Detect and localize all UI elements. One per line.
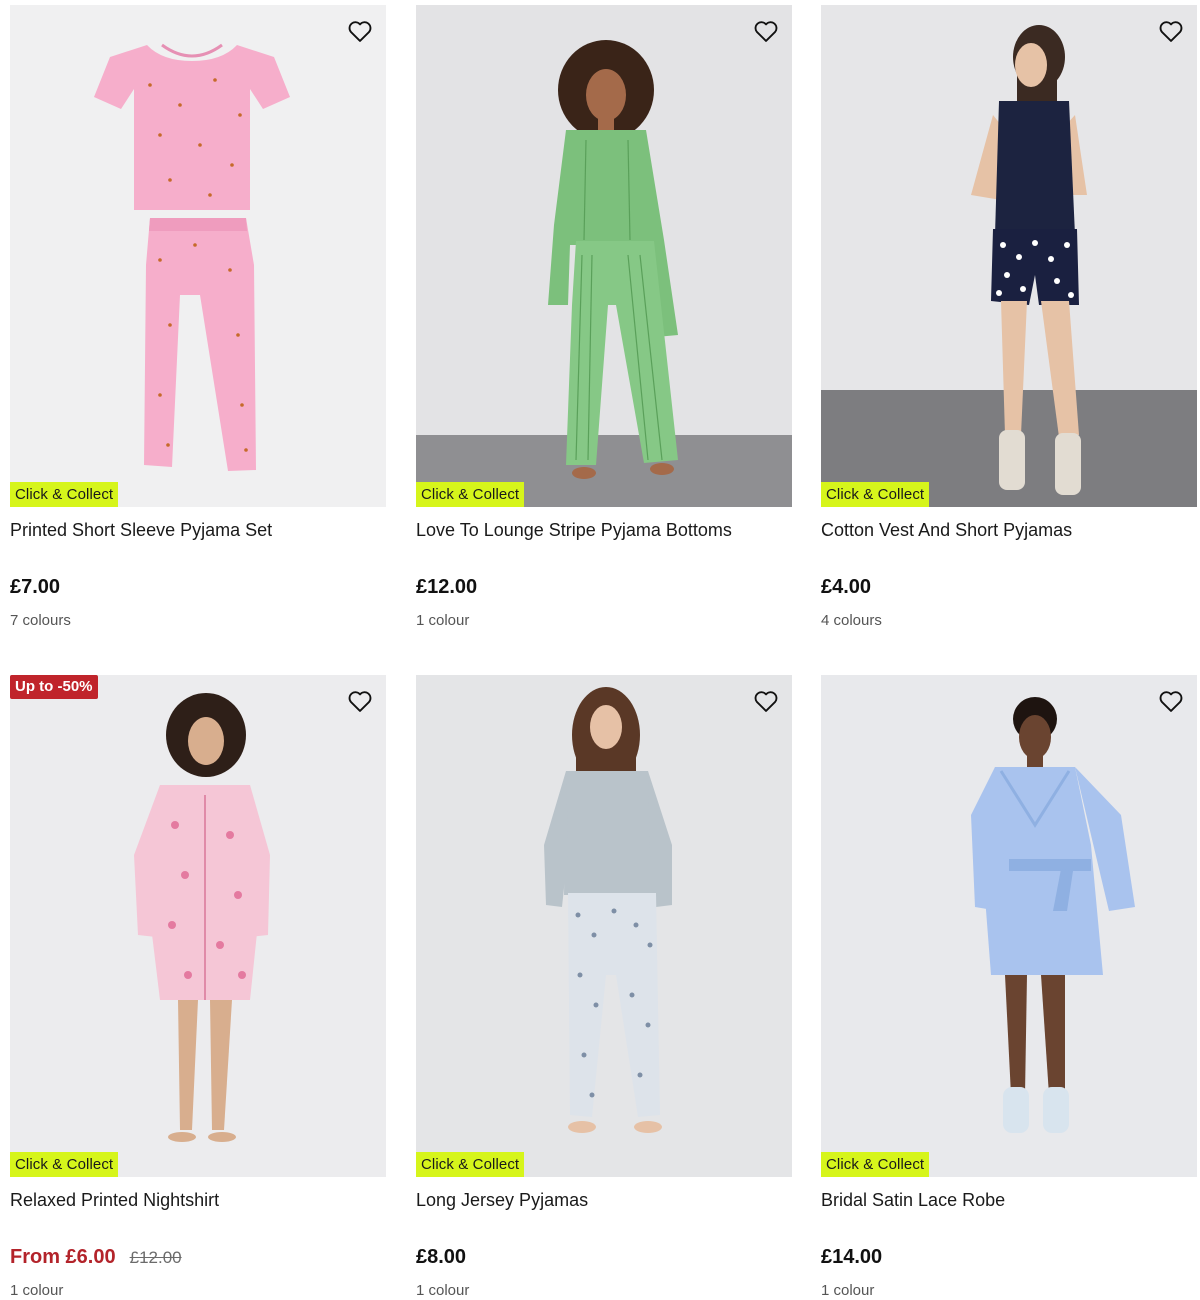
click-collect-badge: Click & Collect [416,1152,525,1177]
product-name[interactable]: Relaxed Printed Nightshirt [10,1189,386,1233]
stripe-pyjama-model-illustration [416,40,792,507]
favourite-button[interactable] [750,685,782,717]
product-price: From £6.00 [10,1246,116,1268]
product-name[interactable]: Cotton Vest And Short Pyjamas [821,519,1197,563]
price-row: From £6.00 £12.00 [10,1246,386,1272]
click-collect-badge: Click & Collect [821,482,930,507]
product-image[interactable]: Click & Collect [10,5,386,507]
price-row: £14.00 [821,1246,1197,1272]
favourite-button[interactable] [750,15,782,47]
nightshirt-model-illustration [134,693,270,1142]
price-row: £8.00 [416,1246,792,1272]
colour-count: 4 colours [821,612,882,629]
colour-count: 1 colour [416,612,470,629]
colour-count: 1 colour [10,1282,64,1299]
jersey-pyjama-model-illustration [544,687,672,1133]
price-row: £4.00 [821,576,1197,602]
product-image[interactable]: Click & Collect [416,675,792,1177]
product-name[interactable]: Printed Short Sleeve Pyjama Set [10,519,386,563]
product-card[interactable]: Click & Collect Love To Lounge Stripe Py… [416,5,792,629]
colour-count: 7 colours [10,612,71,629]
product-name[interactable]: Bridal Satin Lace Robe [821,1189,1197,1233]
favourite-button[interactable] [1155,685,1187,717]
product-name[interactable]: Love To Lounge Stripe Pyjama Bottoms [416,519,792,563]
click-collect-badge: Click & Collect [416,482,525,507]
favourite-button[interactable] [344,685,376,717]
product-card[interactable]: Up to -50% Click & Collect Relaxed Print… [10,675,386,1299]
heart-icon [754,21,778,42]
product-grid: Click & Collect Printed Short Sleeve Pyj… [0,0,1200,1300]
heart-icon [754,691,778,712]
product-card[interactable]: Click & Collect Cotton Vest And Short Py… [821,5,1197,629]
product-image[interactable]: Click & Collect [821,675,1197,1177]
price-row: £12.00 [416,576,792,602]
sale-badge: Up to -50% [10,675,98,699]
favourite-button[interactable] [1155,15,1187,47]
click-collect-badge: Click & Collect [821,1152,930,1177]
product-price: £4.00 [821,576,872,598]
click-collect-badge: Click & Collect [10,1152,119,1177]
colour-count: 1 colour [821,1282,875,1299]
product-price: £12.00 [416,576,478,598]
was-price: £12.00 [129,1248,182,1267]
product-name[interactable]: Long Jersey Pyjamas [416,1189,792,1233]
product-price: £7.00 [10,576,61,598]
product-image[interactable]: Click & Collect [416,5,792,507]
heart-icon [1159,691,1183,712]
price-row: £7.00 [10,576,386,602]
heart-icon [1159,21,1183,42]
vest-short-model-illustration [821,25,1197,507]
product-price: £8.00 [416,1246,467,1268]
favourite-button[interactable] [344,15,376,47]
product-image[interactable]: Up to -50% Click & Collect [10,675,386,1177]
heart-icon [348,691,372,712]
satin-robe-model-illustration [971,697,1135,1133]
product-price: £14.00 [821,1246,883,1268]
product-image[interactable]: Click & Collect [821,5,1197,507]
colour-count: 1 colour [416,1282,470,1299]
product-card[interactable]: Click & Collect Long Jersey Pyjamas £8.0… [416,675,792,1299]
heart-icon [348,21,372,42]
product-card[interactable]: Click & Collect Printed Short Sleeve Pyj… [10,5,386,629]
product-card[interactable]: Click & Collect Bridal Satin Lace Robe £… [821,675,1197,1299]
click-collect-badge: Click & Collect [10,482,119,507]
pyjama-set-illustration [94,43,290,471]
